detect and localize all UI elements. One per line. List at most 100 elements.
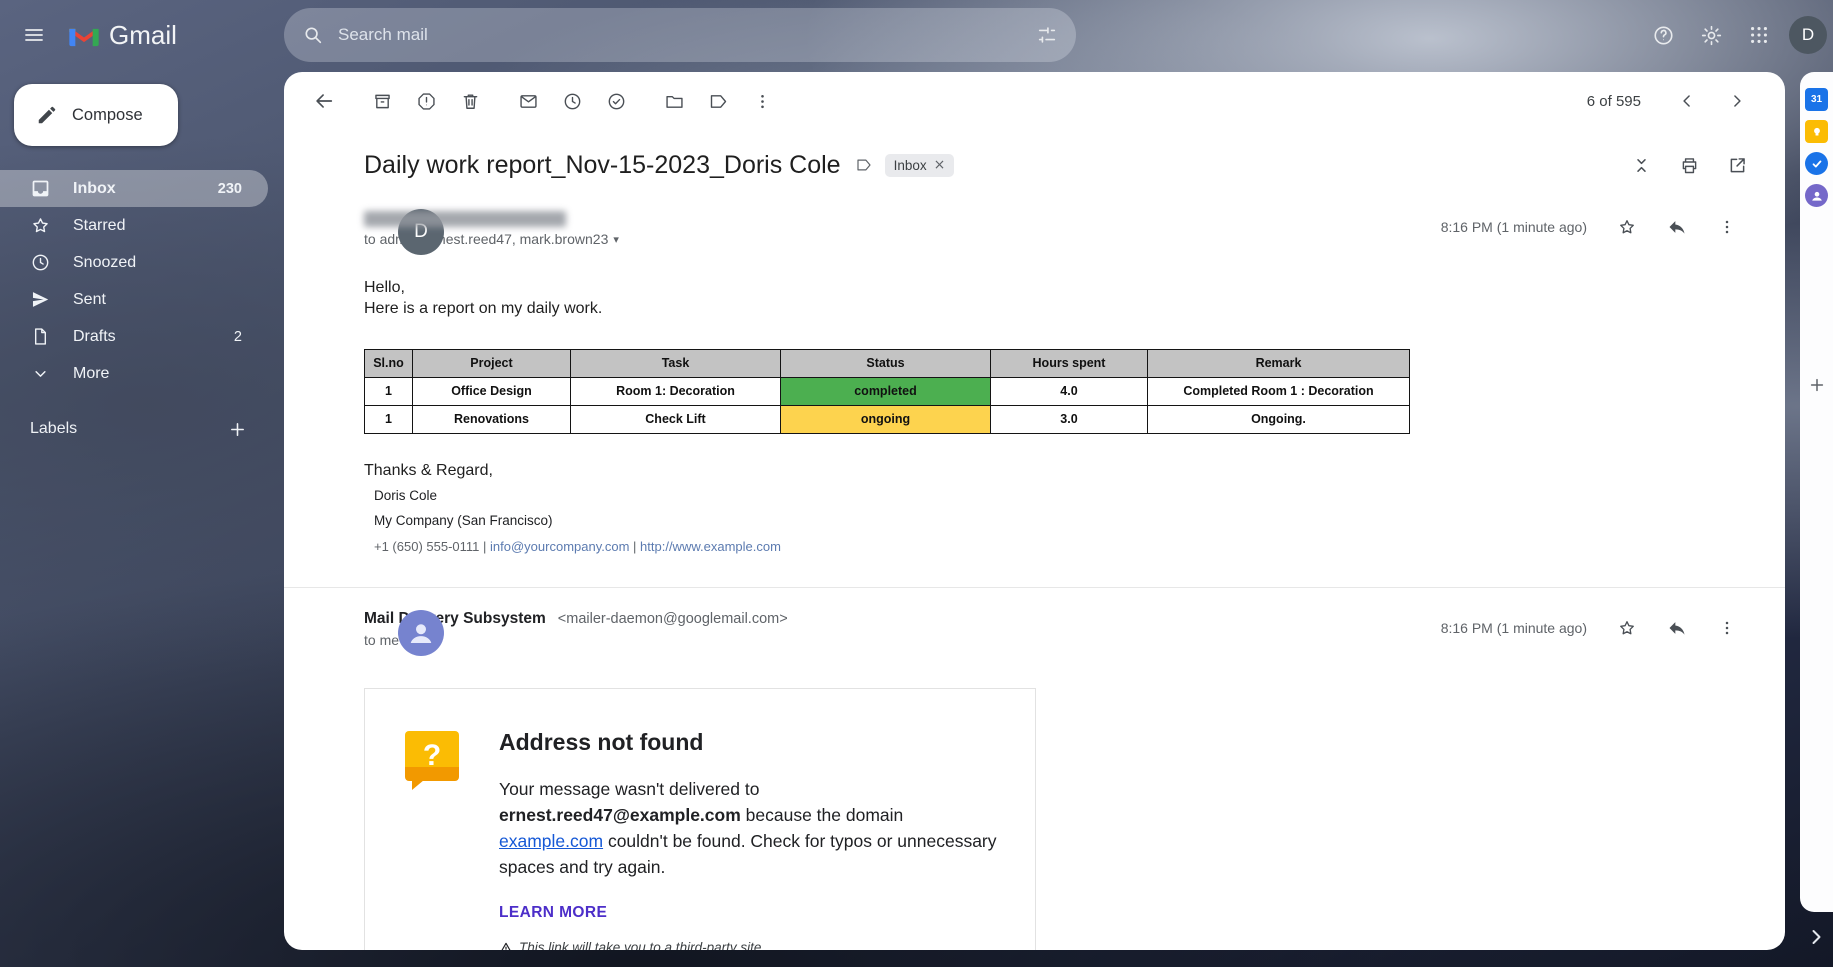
message-more-button[interactable] bbox=[1709, 610, 1745, 646]
compose-label: Compose bbox=[72, 106, 143, 125]
reply-icon bbox=[1667, 217, 1687, 237]
star-message-button[interactable] bbox=[1609, 610, 1645, 646]
reply-icon bbox=[1667, 618, 1687, 638]
create-label-button[interactable] bbox=[227, 419, 248, 440]
help-icon bbox=[1652, 24, 1675, 47]
message-1: D to admin, ernest.reed47, mark.brown23 … bbox=[284, 209, 1785, 557]
report-spam-icon bbox=[416, 91, 437, 112]
inbox-icon bbox=[30, 178, 51, 199]
labels-header: Labels bbox=[0, 408, 284, 450]
message-toolbar: 6 of 595 bbox=[284, 72, 1785, 130]
profile-avatar[interactable]: D bbox=[1789, 16, 1827, 54]
main-menu-button[interactable] bbox=[12, 13, 56, 57]
calendar-icon[interactable]: 31 bbox=[1805, 88, 1828, 111]
sidebar-item-starred[interactable]: Starred bbox=[0, 207, 268, 244]
tasks-icon[interactable] bbox=[1805, 152, 1828, 175]
gmail-logo[interactable]: Gmail bbox=[68, 20, 268, 51]
pagination-text: 6 of 595 bbox=[1587, 93, 1641, 110]
chevron-left-icon bbox=[1677, 91, 1697, 111]
sidebar: Compose Inbox 230 Starred Snoozed Sent D… bbox=[0, 70, 284, 967]
contacts-icon[interactable] bbox=[1805, 184, 1828, 207]
settings-button[interactable] bbox=[1689, 13, 1733, 57]
back-button[interactable] bbox=[302, 79, 346, 123]
report-spam-button[interactable] bbox=[404, 79, 448, 123]
move-to-button[interactable] bbox=[652, 79, 696, 123]
pagination: 6 of 595 bbox=[1587, 79, 1759, 123]
side-panel-rail: 31 bbox=[1800, 72, 1833, 912]
sidebar-item-more[interactable]: More bbox=[0, 355, 268, 392]
snooze-button[interactable] bbox=[550, 79, 594, 123]
compose-button[interactable]: Compose bbox=[14, 84, 178, 146]
delete-button[interactable] bbox=[448, 79, 492, 123]
failed-address: ernest.reed47@example.com bbox=[499, 805, 741, 825]
person-icon bbox=[406, 618, 436, 648]
warning-icon bbox=[499, 941, 513, 951]
sender-name: Mail Delivery Subsystem bbox=[364, 610, 546, 628]
support-button[interactable] bbox=[1641, 13, 1685, 57]
sidebar-item-inbox[interactable]: Inbox 230 bbox=[0, 170, 268, 207]
trash-icon bbox=[460, 91, 481, 112]
sidebar-item-drafts[interactable]: Drafts 2 bbox=[0, 318, 268, 355]
chevron-right-icon bbox=[1804, 925, 1828, 949]
signature-email-link[interactable]: info@yourcompany.com bbox=[490, 539, 629, 554]
newer-button[interactable] bbox=[1665, 79, 1709, 123]
signature-name: Doris Cole bbox=[374, 485, 1745, 506]
clock-icon bbox=[30, 252, 51, 273]
folder-icon bbox=[664, 91, 685, 112]
search-button[interactable] bbox=[292, 14, 334, 56]
recipients-text: to me bbox=[364, 632, 399, 648]
draft-icon bbox=[30, 326, 51, 347]
add-to-tasks-button[interactable] bbox=[594, 79, 638, 123]
older-button[interactable] bbox=[1715, 79, 1759, 123]
open-in-new-button[interactable] bbox=[1715, 143, 1759, 187]
chevron-right-icon bbox=[1727, 91, 1747, 111]
message-more-button[interactable] bbox=[1709, 209, 1745, 245]
message-divider bbox=[284, 587, 1785, 588]
print-all-button[interactable] bbox=[1667, 143, 1711, 187]
label-icon bbox=[855, 156, 873, 174]
drafts-count: 2 bbox=[234, 329, 242, 345]
reply-button[interactable] bbox=[1659, 610, 1695, 646]
chevron-down-icon bbox=[30, 363, 51, 384]
labels-button[interactable] bbox=[696, 79, 740, 123]
sender-email-redacted bbox=[364, 211, 566, 227]
search-input[interactable] bbox=[334, 25, 1026, 45]
sidebar-item-label: Snoozed bbox=[73, 254, 136, 272]
sidebar-item-snoozed[interactable]: Snoozed bbox=[0, 244, 268, 281]
gmail-m-icon bbox=[68, 23, 100, 48]
table-row: 1 Renovations Check Lift ongoing 3.0 Ong… bbox=[365, 406, 1410, 434]
signature-contact: +1 (650) 555-0111 | info@yourcompany.com… bbox=[374, 536, 1745, 557]
side-panel-toggle-chevron[interactable] bbox=[1804, 925, 1828, 949]
open-in-new-icon bbox=[1727, 155, 1748, 176]
apps-button[interactable] bbox=[1737, 13, 1781, 57]
sidebar-item-label: Sent bbox=[73, 291, 106, 309]
sender-email: <mailer-daemon@googlemail.com> bbox=[558, 611, 788, 627]
archive-button[interactable] bbox=[360, 79, 404, 123]
timestamp: 8:16 PM (1 minute ago) bbox=[1441, 620, 1587, 636]
mark-unread-button[interactable] bbox=[506, 79, 550, 123]
signature-website-link[interactable]: http://www.example.com bbox=[640, 539, 781, 554]
get-addons-button[interactable] bbox=[1807, 375, 1827, 395]
plus-icon bbox=[227, 419, 248, 440]
inbox-count: 230 bbox=[218, 181, 242, 197]
learn-more-link[interactable]: LEARN MORE bbox=[499, 904, 607, 922]
mailer-daemon-avatar[interactable] bbox=[398, 610, 444, 656]
signature-closing: Thanks & Regard, bbox=[364, 460, 1745, 481]
keep-icon[interactable] bbox=[1805, 120, 1828, 143]
star-icon bbox=[1617, 217, 1637, 237]
reply-button[interactable] bbox=[1659, 209, 1695, 245]
plus-icon bbox=[1807, 375, 1827, 395]
show-details-caret[interactable]: ▾ bbox=[613, 233, 619, 246]
status-badge: completed bbox=[781, 378, 991, 406]
message-body: Hello, Here is a report on my daily work… bbox=[364, 277, 1745, 557]
more-actions-button[interactable] bbox=[740, 79, 784, 123]
remove-label-button[interactable]: × bbox=[934, 158, 946, 172]
domain-link[interactable]: example.com bbox=[499, 831, 603, 851]
tune-icon bbox=[1036, 24, 1058, 46]
search-options-button[interactable] bbox=[1026, 14, 1068, 56]
sidebar-item-label: Inbox bbox=[73, 180, 116, 198]
table-header-row: Sl.no Project Task Status Hours spent Re… bbox=[365, 350, 1410, 378]
sidebar-item-sent[interactable]: Sent bbox=[0, 281, 268, 318]
collapse-all-button[interactable] bbox=[1619, 143, 1663, 187]
star-message-button[interactable] bbox=[1609, 209, 1645, 245]
